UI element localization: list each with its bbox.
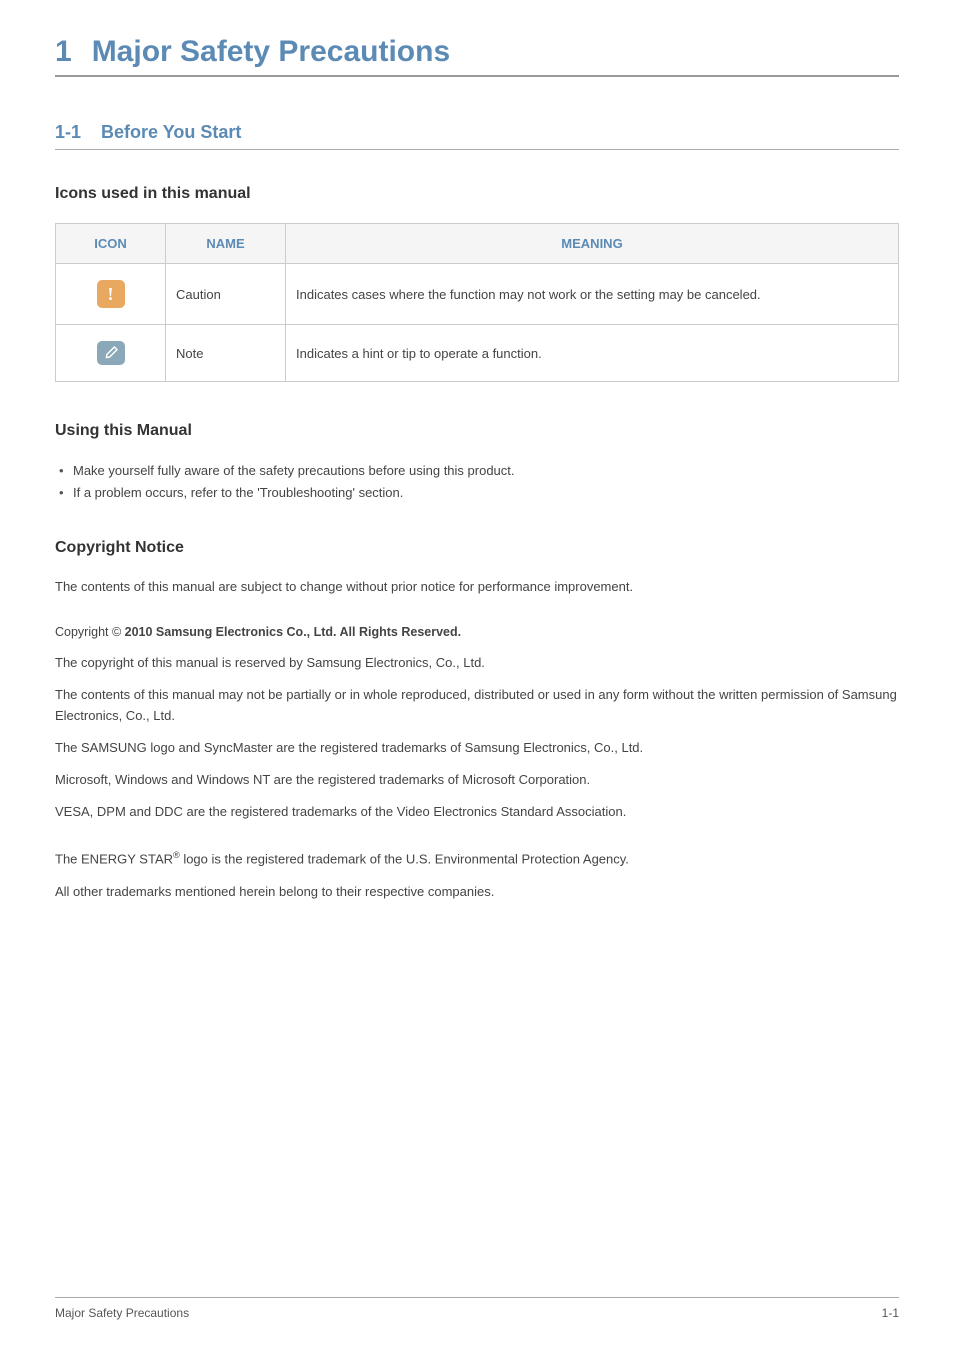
copyright-para: The contents of this manual may not be p…	[55, 685, 899, 725]
copyright-para: VESA, DPM and DDC are the registered tra…	[55, 802, 899, 822]
icon-cell-note	[56, 325, 166, 382]
copyright-para: Microsoft, Windows and Windows NT are th…	[55, 770, 899, 790]
list-item: If a problem occurs, refer to the 'Troub…	[55, 482, 899, 504]
footer-right: 1-1	[882, 1306, 899, 1320]
note-icon	[97, 341, 125, 365]
copyright-para: The copyright of this manual is reserved…	[55, 653, 899, 673]
energy-star-line: The ENERGY STAR® logo is the registered …	[55, 848, 899, 869]
table-row: Note Indicates a hint or tip to operate …	[56, 325, 899, 382]
name-cell-note: Note	[166, 325, 286, 382]
energy-star-post: logo is the registered trademark of the …	[180, 852, 629, 867]
list-item: Make yourself fully aware of the safety …	[55, 460, 899, 482]
subsection-icons-title: Icons used in this manual	[55, 185, 899, 203]
section-title: 1-1 Before You Start	[55, 122, 899, 150]
th-name: NAME	[166, 224, 286, 264]
th-icon: ICON	[56, 224, 166, 264]
using-manual-title: Using this Manual	[55, 422, 899, 440]
meaning-cell-note: Indicates a hint or tip to operate a fun…	[286, 325, 899, 382]
copyright-notice-title: Copyright Notice	[55, 539, 899, 557]
chapter-title: 1 Major Safety Precautions	[55, 35, 899, 77]
chapter-number: 1	[55, 35, 72, 68]
copyright-line: Copyright © 2010 Samsung Electronics Co.…	[55, 625, 899, 639]
copyright-para: The SAMSUNG logo and SyncMaster are the …	[55, 738, 899, 758]
footer-left: Major Safety Precautions	[55, 1306, 189, 1320]
th-meaning: MEANING	[286, 224, 899, 264]
copyright-prefix: Copyright ©	[55, 625, 125, 639]
table-row: ! Caution Indicates cases where the func…	[56, 264, 899, 325]
energy-star-sup: ®	[173, 850, 180, 860]
page-footer: Major Safety Precautions 1-1	[55, 1297, 899, 1320]
chapter-title-text: Major Safety Precautions	[92, 35, 450, 68]
section-title-text: Before You Start	[101, 122, 241, 142]
using-manual-list: Make yourself fully aware of the safety …	[55, 460, 899, 504]
section-number: 1-1	[55, 122, 81, 142]
energy-star-pre: The ENERGY STAR	[55, 852, 173, 867]
name-cell-caution: Caution	[166, 264, 286, 325]
all-other-trademarks: All other trademarks mentioned herein be…	[55, 882, 899, 902]
copyright-bold: 2010 Samsung Electronics Co., Ltd. All R…	[125, 625, 461, 639]
meaning-cell-caution: Indicates cases where the function may n…	[286, 264, 899, 325]
icon-cell-caution: !	[56, 264, 166, 325]
copyright-intro: The contents of this manual are subject …	[55, 577, 899, 597]
caution-icon: !	[97, 280, 125, 308]
icons-table: ICON NAME MEANING ! Caution Indicates ca…	[55, 223, 899, 382]
